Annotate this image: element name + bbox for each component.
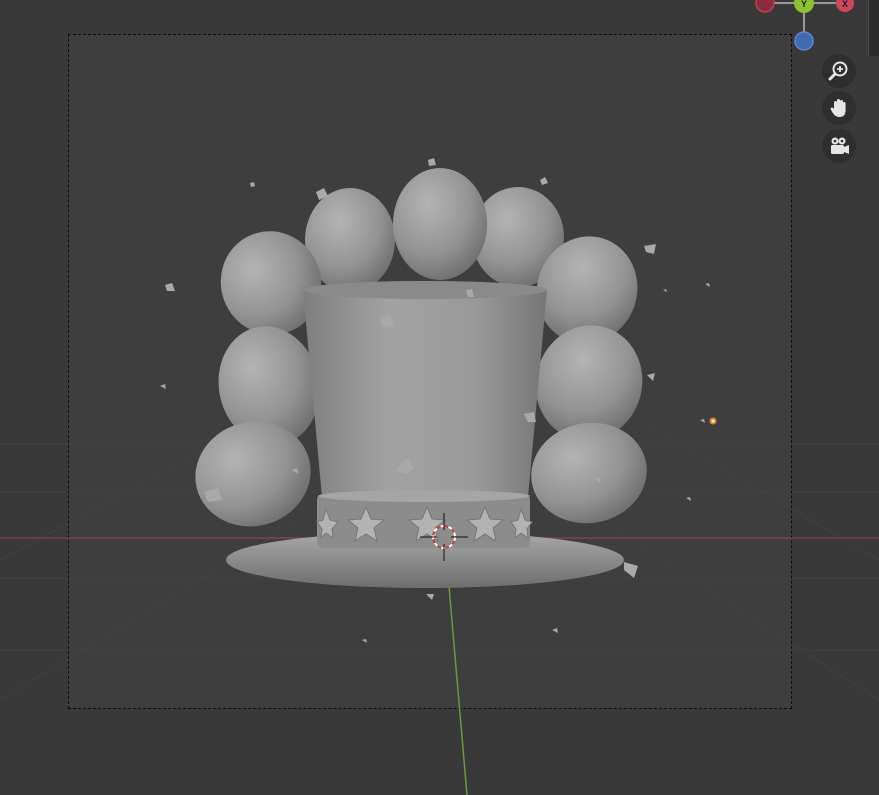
3d-viewport[interactable]: X Y xyxy=(0,0,879,795)
pan-button[interactable] xyxy=(822,91,856,125)
region-scrollbar[interactable] xyxy=(868,0,879,56)
navigation-gizmo[interactable]: X Y xyxy=(755,0,854,51)
zoom-button[interactable] xyxy=(822,54,856,88)
camera-view-button[interactable] xyxy=(822,129,856,163)
gizmo-y-label: Y xyxy=(801,0,807,9)
camera-view-icon xyxy=(831,137,849,154)
gizmo-neg-x-circle[interactable] xyxy=(755,0,775,13)
gizmo-z-circle[interactable] xyxy=(794,31,814,51)
pan-hand-icon xyxy=(830,99,846,117)
gizmo-x-label: X xyxy=(842,0,848,9)
light-object[interactable] xyxy=(709,417,717,425)
zoom-icon xyxy=(828,61,848,81)
